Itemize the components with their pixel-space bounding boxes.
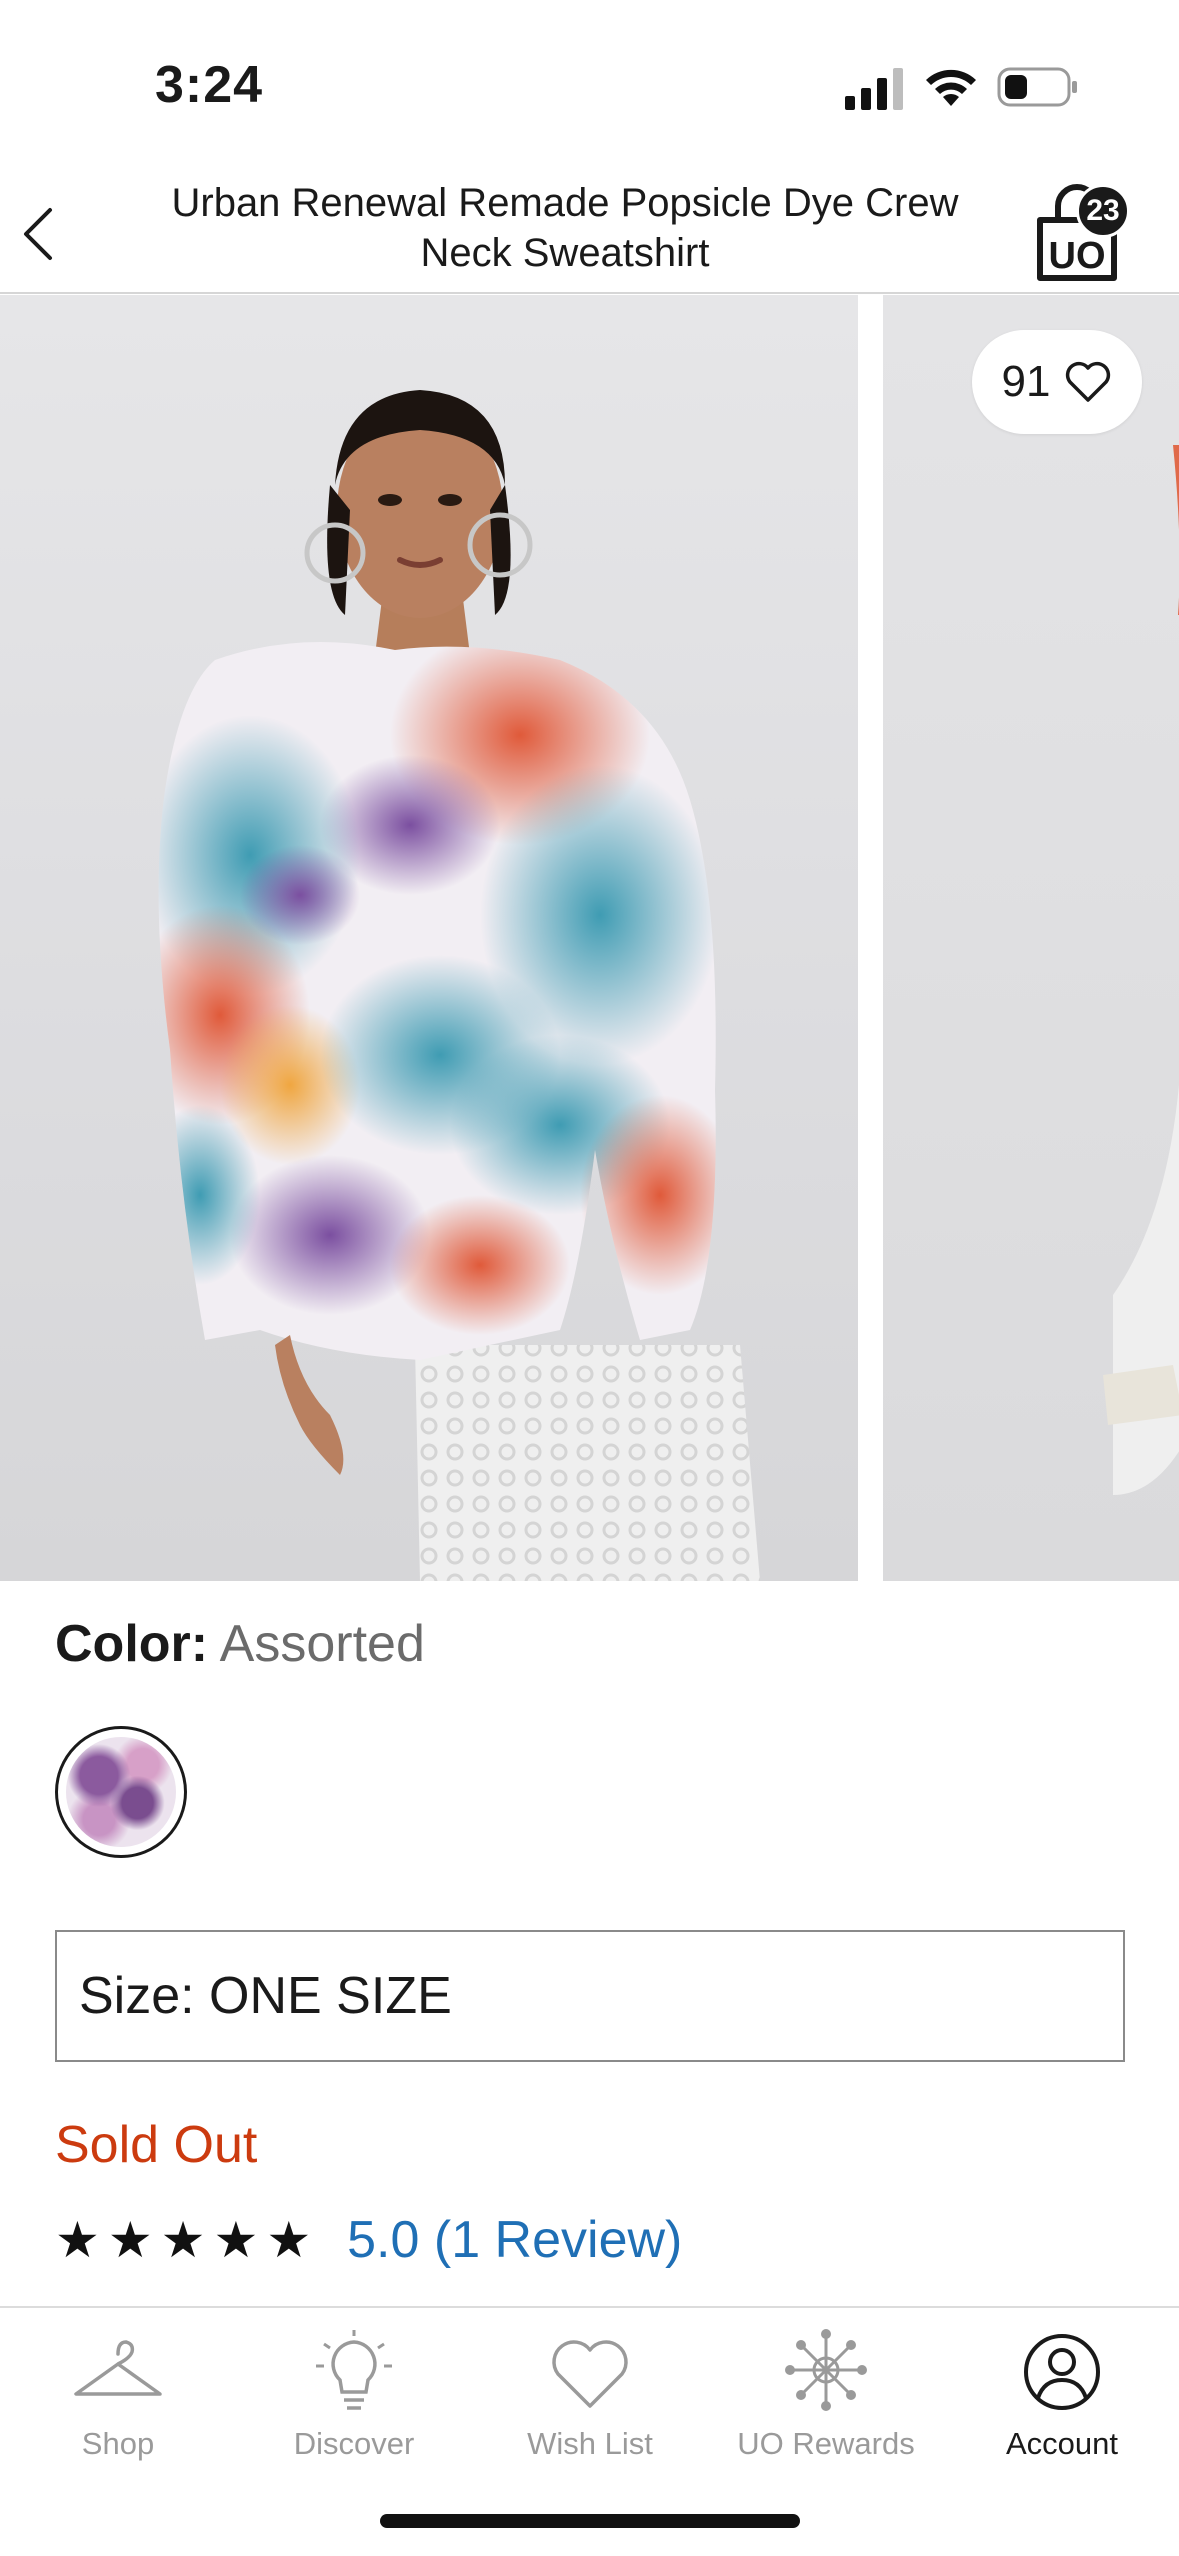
color-value: Assorted bbox=[219, 1615, 425, 1673]
wishlist-toggle[interactable]: 91 bbox=[972, 330, 1142, 434]
tab-label: UO Rewards bbox=[737, 2426, 915, 2461]
tab-label: Shop bbox=[81, 2426, 155, 2461]
tab-uo-rewards[interactable]: UO Rewards bbox=[708, 2328, 944, 2488]
star-icon: ★ bbox=[107, 2212, 153, 2268]
product-image-main[interactable] bbox=[0, 295, 858, 1581]
product-photo bbox=[158, 390, 760, 1581]
tab-discover[interactable]: Discover bbox=[236, 2328, 472, 2488]
status-bar: 3:24 bbox=[0, 0, 1179, 160]
lightbulb-icon bbox=[316, 2330, 392, 2410]
heart-icon bbox=[1066, 361, 1111, 402]
color-label: Color: bbox=[55, 1615, 209, 1673]
tab-label: Wish List bbox=[527, 2426, 653, 2461]
reviews-link[interactable]: 5.0 (1 Review) bbox=[347, 2210, 682, 2270]
account-icon bbox=[1024, 2334, 1100, 2410]
size-selector[interactable]: Size: ONE SIZE bbox=[55, 1930, 1125, 2062]
home-indicator[interactable] bbox=[380, 2514, 800, 2528]
color-swatch-assorted[interactable] bbox=[55, 1726, 187, 1858]
heart-icon bbox=[552, 2340, 628, 2408]
status-time: 3:24 bbox=[155, 56, 264, 114]
availability-status: Sold Out bbox=[55, 2116, 258, 2174]
tab-label: Account bbox=[1005, 2426, 1118, 2461]
wifi-icon bbox=[926, 69, 976, 106]
rating-row: ★ ★ ★ ★ ★ 5.0 (1 Review) bbox=[55, 2210, 682, 2270]
rewards-icon bbox=[785, 2329, 867, 2411]
star-icon: ★ bbox=[55, 2212, 100, 2268]
cart-logo: UO bbox=[1049, 235, 1106, 277]
color-row: Color: Assorted bbox=[55, 1614, 425, 1674]
swatch-image bbox=[66, 1737, 176, 1847]
product-photo-next bbox=[1103, 445, 1179, 1495]
star-icon: ★ bbox=[213, 2212, 259, 2268]
page-title: Urban Renewal Remade Popsicle Dye Crew N… bbox=[171, 181, 959, 275]
hanger-icon bbox=[74, 2340, 162, 2396]
wishlist-count: 91 bbox=[1001, 357, 1051, 406]
battery-icon bbox=[997, 67, 1077, 107]
tab-account[interactable]: Account bbox=[944, 2328, 1179, 2488]
rating-stars: ★ ★ ★ ★ ★ bbox=[55, 2215, 311, 2265]
star-icon: ★ bbox=[266, 2212, 312, 2268]
tab-label: Discover bbox=[293, 2426, 415, 2461]
signal-icon bbox=[845, 68, 903, 110]
back-button[interactable] bbox=[14, 202, 64, 266]
product-image-carousel[interactable]: 91 bbox=[0, 295, 1179, 1581]
tab-shop[interactable]: Shop bbox=[0, 2328, 236, 2488]
product-image-next[interactable] bbox=[883, 295, 1179, 1581]
product-header: Urban Renewal Remade Popsicle Dye Crew N… bbox=[0, 160, 1179, 294]
cart-count-badge: 23 bbox=[1076, 184, 1130, 238]
tab-wish-list[interactable]: Wish List bbox=[472, 2328, 708, 2488]
star-icon: ★ bbox=[160, 2212, 206, 2268]
